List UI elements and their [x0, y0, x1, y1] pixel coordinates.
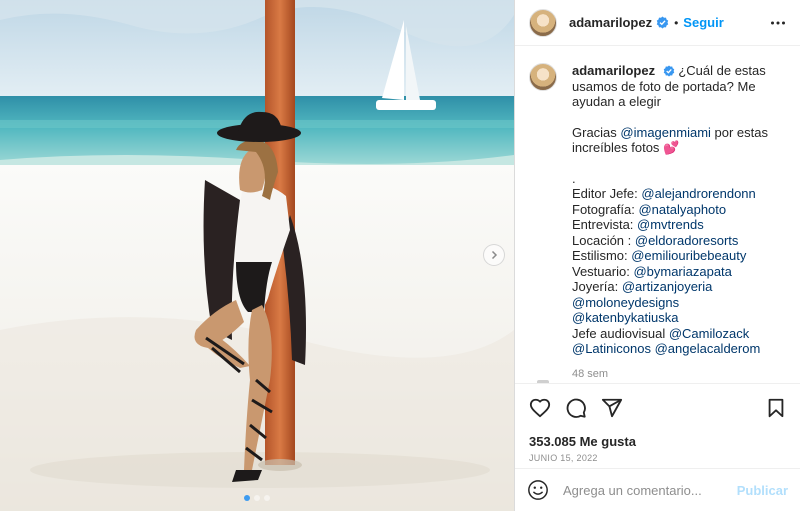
beach-photo: [0, 0, 514, 511]
share-button[interactable]: [601, 397, 623, 419]
comment-icon: [566, 398, 586, 418]
credit-line: Jefe audiovisual @Camilozack @Latinicono…: [572, 326, 786, 357]
caption-body: adamarilopez ¿Cuál de estas usamos de fo…: [572, 63, 786, 382]
carousel-dot: [264, 495, 270, 501]
username-link[interactable]: adamarilopez: [569, 15, 652, 30]
mention-link[interactable]: @bymariazapata: [633, 264, 731, 279]
mention-link[interactable]: @Camilozack: [669, 326, 749, 341]
mention-link[interactable]: @katenbykatiuska: [572, 310, 678, 325]
emoji-icon: [528, 480, 548, 500]
post-photo[interactable]: [0, 0, 514, 511]
caption-avatar[interactable]: [529, 63, 557, 91]
post-header: adamarilopez • Seguir: [515, 0, 800, 46]
carousel-dot: [254, 495, 260, 501]
post-date[interactable]: JUNIO 15, 2022: [529, 453, 786, 463]
credit-line: Editor Jefe: @alejandrorendonn: [572, 186, 786, 202]
post-comment-button[interactable]: Publicar: [737, 483, 788, 498]
credit-label: Jefe audiovisual: [572, 325, 669, 341]
credit-label: Fotografía:: [572, 201, 639, 217]
likes-count[interactable]: 353.085 Me gusta: [529, 434, 786, 449]
comment-composer: Publicar: [515, 468, 800, 511]
mention-link[interactable]: @angelacalderom: [655, 341, 761, 356]
thanks-prefix: Gracias: [572, 124, 621, 140]
avatar[interactable]: [529, 8, 557, 37]
bookmark-icon: [768, 398, 784, 418]
verified-badge-icon: [656, 16, 669, 29]
share-icon: [601, 398, 623, 418]
carousel-dot: [244, 495, 250, 501]
mention-link[interactable]: @eldoradoresorts: [635, 233, 739, 248]
chevron-right-icon: [491, 250, 498, 260]
more-options-icon[interactable]: [770, 15, 786, 31]
caption-credits: Editor Jefe: @alejandrorendonn Fotografía…: [572, 186, 786, 357]
save-button[interactable]: [766, 397, 786, 419]
credit-line: Joyería: @artizanjoyeria @moloneydesigns…: [572, 279, 786, 326]
mention-link[interactable]: @moloneydesigns: [572, 295, 679, 310]
credit-line: Locación : @eldoradoresorts: [572, 233, 786, 249]
heart-icon: [529, 398, 551, 418]
carousel-indicator: [0, 495, 514, 501]
mention-link[interactable]: @Latiniconos: [572, 341, 651, 356]
credit-line: Estilismo: @emiliouribebeauty: [572, 248, 786, 264]
mention-link[interactable]: @alejandrorendonn: [641, 186, 755, 201]
comment-input[interactable]: [563, 482, 733, 498]
mention-link[interactable]: @imagenmiami: [620, 125, 711, 140]
caption-timestamp[interactable]: 48 sem: [572, 367, 786, 383]
credit-label: Joyería:: [572, 279, 622, 294]
follow-button[interactable]: Seguir: [683, 15, 723, 30]
carousel-next-button[interactable]: [483, 244, 505, 266]
credit-line: Fotografía: @natalyaphoto: [572, 202, 786, 218]
credit-label: Estilismo:: [572, 248, 632, 263]
credit-label: Vestuario:: [572, 263, 634, 279]
mention-link[interactable]: @artizanjoyeria: [622, 279, 713, 294]
mention-link[interactable]: @emiliouribebeauty: [631, 248, 746, 263]
credit-line: Vestuario: @bymariazapata: [572, 264, 786, 280]
mention-link[interactable]: @mvtrends: [637, 217, 704, 232]
mention-link[interactable]: @natalyaphoto: [638, 202, 726, 217]
caption-username[interactable]: adamarilopez: [572, 63, 655, 78]
credit-line: Entrevista: @mvtrends: [572, 217, 786, 233]
caption-thanks: Gracias @imagenmiami por estas increíble…: [572, 125, 786, 156]
post-actions: 353.085 Me gusta JUNIO 15, 2022: [515, 383, 800, 468]
post-details-pane: adamarilopez • Seguir adamarilopez ¿Cuál…: [514, 0, 800, 511]
like-button[interactable]: [529, 397, 551, 419]
separator-dot: •: [674, 15, 679, 30]
comments-section: adamarilopez ¿Cuál de estas usamos de fo…: [515, 47, 800, 383]
verified-badge-icon: [663, 65, 674, 77]
credit-label: Editor Jefe:: [572, 186, 642, 201]
comment-button[interactable]: [565, 397, 587, 419]
emoji-button[interactable]: [527, 479, 549, 501]
caption-dot: .: [572, 170, 576, 186]
caption: adamarilopez ¿Cuál de estas usamos de fo…: [529, 63, 786, 382]
credit-label: Entrevista:: [572, 217, 638, 232]
credit-label: Locación :: [572, 232, 635, 248]
